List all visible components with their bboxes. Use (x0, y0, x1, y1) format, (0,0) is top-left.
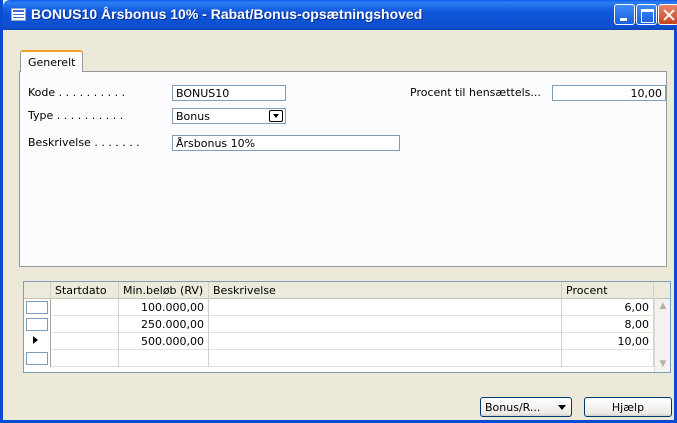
procent-cell[interactable] (562, 350, 654, 367)
row-selector[interactable] (24, 333, 51, 350)
startdato-cell[interactable] (51, 299, 119, 316)
column-min-beloeb[interactable]: Min.beløb (RV) (119, 282, 209, 299)
close-button[interactable] (658, 4, 677, 25)
column-startdato[interactable]: Startdato (51, 282, 119, 299)
beskrivelse-cell[interactable] (209, 299, 562, 316)
row-selector[interactable] (24, 299, 51, 316)
bonus-lines-grid: Startdato Min.beløb (RV) Beskrivelse Pro… (23, 281, 671, 373)
grid-header: Startdato Min.beløb (RV) Beskrivelse Pro… (24, 282, 670, 299)
table-row[interactable]: 100.000,00 6,00 (24, 299, 654, 316)
row-selector[interactable] (24, 316, 51, 333)
startdato-cell[interactable] (51, 316, 119, 333)
min-beloeb-cell[interactable]: 250.000,00 (119, 316, 209, 333)
tab-generelt[interactable]: Generelt (20, 50, 84, 72)
min-beloeb-cell[interactable]: 500.000,00 (119, 333, 209, 350)
chevron-down-icon (558, 405, 566, 410)
startdato-cell[interactable] (51, 350, 119, 367)
general-panel: Kode . . . . . . . . . . BONUS10 Type . … (19, 71, 667, 267)
table-row[interactable] (24, 350, 654, 367)
min-beloeb-cell[interactable] (119, 350, 209, 367)
column-procent[interactable]: Procent (562, 282, 654, 299)
minimize-button[interactable] (614, 4, 635, 25)
beskrivelse-cell[interactable] (209, 333, 562, 350)
beskrivelse-field[interactable]: Årsbonus 10% (172, 135, 400, 151)
startdato-cell[interactable] (51, 333, 119, 350)
table-row[interactable]: 250.000,00 8,00 (24, 316, 654, 333)
window-title: BONUS10 Årsbonus 10% - Rabat/Bonus-opsæt… (31, 6, 423, 22)
help-button[interactable]: Hjælp (584, 397, 672, 417)
min-beloeb-cell[interactable]: 100.000,00 (119, 299, 209, 316)
procent-cell[interactable]: 6,00 (562, 299, 654, 316)
kode-label: Kode . . . . . . . . . . (28, 86, 126, 99)
row-selector-header (24, 282, 51, 299)
row-selector[interactable] (24, 350, 51, 367)
bonus-menu-button[interactable]: Bonus/R... (480, 397, 572, 417)
title-bar[interactable]: BONUS10 Årsbonus 10% - Rabat/Bonus-opsæt… (3, 0, 677, 30)
beskrivelse-cell[interactable] (209, 350, 562, 367)
current-row-icon (33, 336, 38, 344)
type-select[interactable]: Bonus (172, 108, 286, 124)
procent-field[interactable]: 10,00 (552, 85, 666, 101)
procent-cell[interactable]: 10,00 (562, 333, 654, 350)
scroll-down-icon[interactable]: ▼ (656, 357, 670, 372)
procent-label: Procent til hensættels... (410, 86, 541, 99)
form-icon (11, 8, 26, 21)
beskrivelse-label: Beskrivelse . . . . . . . (28, 136, 140, 149)
dropdown-arrow-icon[interactable] (269, 110, 283, 122)
type-value: Bonus (176, 110, 210, 123)
type-label: Type . . . . . . . . . . (28, 109, 124, 122)
column-beskrivelse[interactable]: Beskrivelse (209, 282, 562, 299)
procent-cell[interactable]: 8,00 (562, 316, 654, 333)
maximize-button[interactable] (636, 4, 657, 25)
beskrivelse-cell[interactable] (209, 316, 562, 333)
bonus-menu-label: Bonus/R... (485, 401, 541, 414)
table-row[interactable]: 500.000,00 10,00 (24, 333, 654, 350)
kode-field[interactable]: BONUS10 (172, 85, 286, 101)
scroll-up-icon[interactable]: ▲ (656, 299, 670, 314)
vertical-scrollbar[interactable]: ▲ ▼ (654, 299, 670, 372)
